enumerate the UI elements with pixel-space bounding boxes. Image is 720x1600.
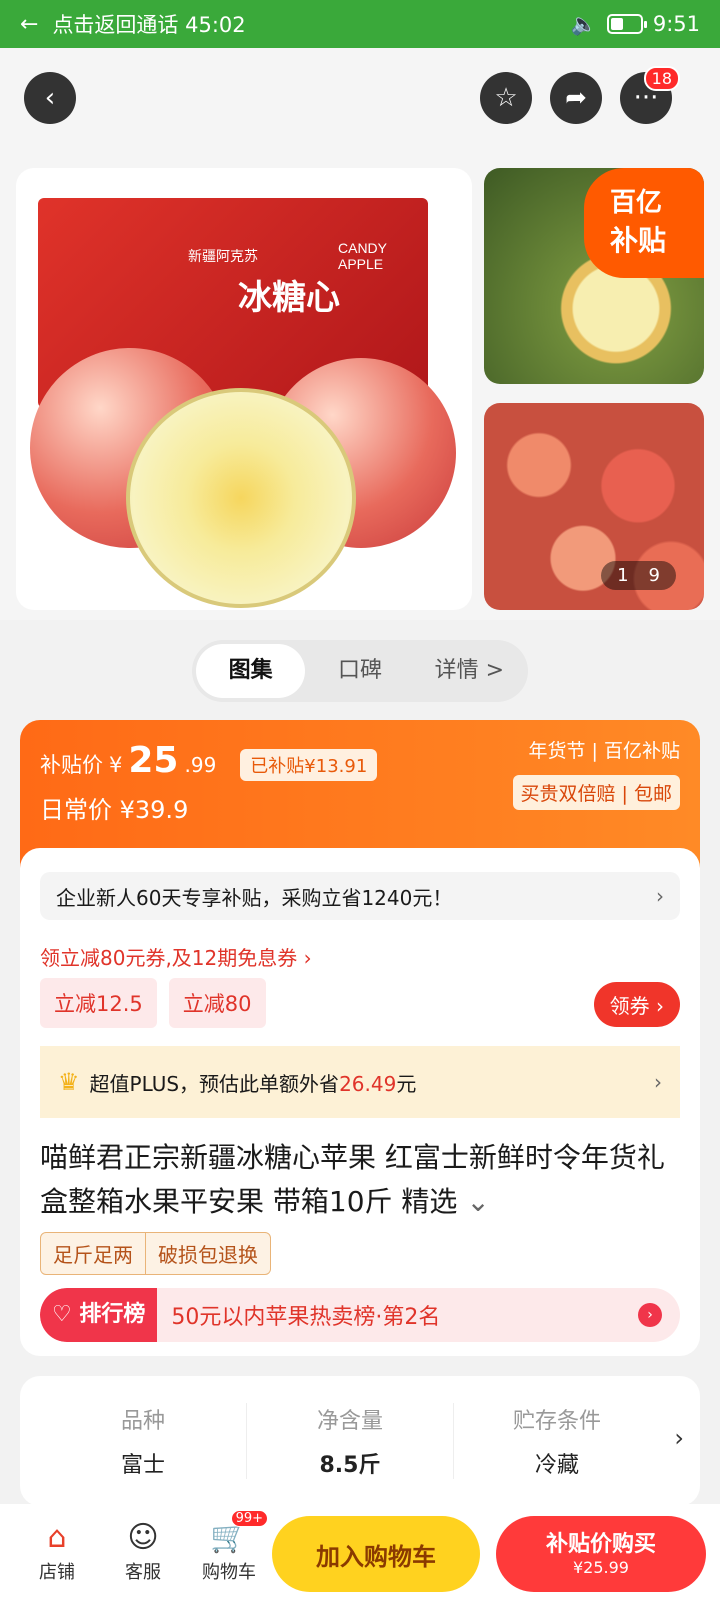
battery-icon xyxy=(606,14,647,34)
attribute-key: 品种 xyxy=(120,1409,165,1434)
tab-reviews[interactable]: 口碑 xyxy=(305,644,414,698)
thumbnail-apple-pile[interactable]: 1 9 xyxy=(484,403,704,610)
message-badge: 18 xyxy=(643,66,680,91)
chevron-right-icon: › xyxy=(654,1070,662,1094)
service-tags[interactable]: 足斤足两 破损包退换 xyxy=(40,1232,271,1275)
return-call-text[interactable]: 点击返回通话 45:02 xyxy=(52,9,245,39)
service-tag: 足斤足两 xyxy=(53,1243,133,1267)
box-title: 冰糖心 xyxy=(238,278,340,318)
share-button[interactable]: ➦ xyxy=(550,72,602,124)
ranking-text: 50元以内苹果热卖榜·第2名 xyxy=(171,1305,441,1330)
shop-button[interactable]: ⌂ 店铺 xyxy=(14,1520,100,1584)
chevron-right-icon: › xyxy=(656,884,664,908)
buy-now-label: 补贴价购买 xyxy=(545,1532,656,1557)
counter-current: 1 xyxy=(617,565,629,586)
attributes-card[interactable]: 品种 富士 净含量 8.5斤 贮存条件 冷藏 › xyxy=(20,1376,700,1506)
bottom-action-bar: ⌂ 店铺 ☺ 客服 🛒 99+ 购物车 加入购物车 补贴价购买 ¥25.99 xyxy=(0,1504,720,1600)
cart-label: 购物车 xyxy=(202,1562,256,1583)
attribute-value: 富士 xyxy=(120,1453,165,1478)
add-to-cart-button[interactable]: 加入购物车 xyxy=(272,1516,480,1592)
attribute-value: 冷藏 xyxy=(534,1453,579,1478)
main-product-image[interactable]: 新疆阿克苏 CANDY APPLE 冰糖心 xyxy=(16,168,472,610)
cart-count-badge: 99+ xyxy=(230,1510,268,1527)
guarantee-badge: 买贵双倍赔 | 包邮 xyxy=(512,775,680,810)
volume-icon: 🔈 xyxy=(570,11,597,36)
plus-membership-bar[interactable]: ♛ 超值PLUS，预估此单额外省26.49元 › xyxy=(40,1046,680,1118)
price-integer: 25 xyxy=(128,740,179,781)
discount-chip[interactable]: 立减12.5 xyxy=(40,978,157,1028)
top-nav: ‹ ☆ ➦ ··· 18 xyxy=(0,48,720,158)
product-gallery: 新疆阿克苏 CANDY APPLE 冰糖心 百亿 补贴 1 9 xyxy=(0,158,720,620)
chevron-right-icon: › xyxy=(674,1424,684,1452)
subsidy-price-label: 补贴价 xyxy=(40,753,103,777)
subsidy-price-row: 补贴价 ¥ 25 .99 已补贴¥13.91 xyxy=(40,740,378,781)
subsidy-tag-line2: 补贴 xyxy=(610,224,667,257)
crown-icon: ♛ xyxy=(58,1068,80,1096)
tab-details[interactable]: 详情 > xyxy=(415,644,524,698)
chevron-left-icon: ‹ xyxy=(44,83,56,113)
ranking-bar[interactable]: ♡ 排行榜 50元以内苹果热卖榜·第2名 › xyxy=(40,1288,680,1342)
customer-service-label: 客服 xyxy=(125,1562,161,1583)
return-call-arrow-icon[interactable]: ← xyxy=(20,12,38,37)
subsidy-tag: 百亿 补贴 xyxy=(584,168,704,278)
shop-label: 店铺 xyxy=(39,1562,75,1583)
chat-icon: ☺ xyxy=(127,1520,159,1555)
customer-service-button[interactable]: ☺ 客服 xyxy=(100,1520,186,1584)
get-coupon-button[interactable]: 领券 › xyxy=(593,982,680,1027)
tab-gallery[interactable]: 图集 xyxy=(196,644,306,698)
attribute-key: 净含量 xyxy=(316,1409,383,1434)
currency-symbol: ¥ xyxy=(109,753,123,777)
back-button[interactable]: ‹ xyxy=(24,72,76,124)
box-subtitle: CANDY APPLE xyxy=(338,240,387,272)
status-bar: ← 点击返回通话 45:02 🔈 9:51 xyxy=(0,0,720,48)
star-icon: ☆ xyxy=(494,83,518,113)
image-counter: 1 9 xyxy=(601,561,676,590)
media-tabs: 图集 口碑 详情 > xyxy=(192,640,528,702)
plus-amount: 26.49 xyxy=(339,1071,397,1096)
chevron-down-icon[interactable]: ⌄ xyxy=(466,1185,489,1218)
share-icon: ➦ xyxy=(565,83,587,113)
plus-text: 超值PLUS，预估此单额外省26.49元 xyxy=(89,1071,417,1096)
cart-button[interactable]: 🛒 99+ 购物车 xyxy=(186,1510,272,1584)
price-decimal: .99 xyxy=(184,753,217,777)
enterprise-notice-text: 企业新人60天专享补贴，采购立省1240元！ xyxy=(56,885,453,910)
more-button[interactable]: ··· 18 xyxy=(620,66,680,124)
attribute-key: 贮存条件 xyxy=(512,1409,601,1434)
discount-chips: 立减12.5 立减80 xyxy=(40,978,266,1028)
enterprise-notice[interactable]: 企业新人60天专享补贴，采购立省1240元！ › xyxy=(40,872,680,920)
buy-now-button[interactable]: 补贴价购买 ¥25.99 xyxy=(496,1516,706,1592)
shop-icon: ⌂ xyxy=(47,1520,67,1555)
attribute-value: 8.5斤 xyxy=(319,1453,381,1478)
attribute-storage: 贮存条件 冷藏 xyxy=(453,1403,660,1479)
discount-chip[interactable]: 立减80 xyxy=(168,978,266,1028)
ranking-label: ♡ 排行榜 xyxy=(40,1288,158,1342)
clock: 9:51 xyxy=(652,12,700,36)
regular-price: 日常价 ¥39.9 xyxy=(40,796,189,824)
arrow-right-icon: › xyxy=(638,1303,662,1327)
status-right: 🔈 9:51 xyxy=(571,12,700,37)
promo-card: 企业新人60天专享补贴，采购立省1240元！ › 领立减80元券,及12期免息券… xyxy=(20,848,700,1356)
saved-amount-badge: 已补贴¥13.91 xyxy=(240,749,378,781)
brand-tags[interactable]: 年货节 | 百亿补贴 买贵双倍赔 | 包邮 xyxy=(512,736,680,810)
subsidy-tag-line1: 百亿 xyxy=(610,188,663,218)
service-tag: 破损包退换 xyxy=(145,1233,270,1274)
thumbnail-cut-apple[interactable]: 百亿 补贴 xyxy=(484,168,704,384)
brand-tags-text: 年货节 | 百亿补贴 xyxy=(528,740,680,762)
coupon-link[interactable]: 领立减80元券,及12期免息券 › xyxy=(40,942,312,971)
counter-total: 9 xyxy=(648,565,660,586)
box-brand: 新疆阿克苏 xyxy=(188,248,258,264)
buy-now-price: ¥25.99 xyxy=(573,1558,629,1577)
apple-cut-image xyxy=(126,388,356,608)
product-title[interactable]: 喵鲜君正宗新疆冰糖心苹果 红富士新鲜时令年货礼盒整箱水果平安果 带箱10斤 精选… xyxy=(40,1136,680,1224)
attribute-net-weight: 净含量 8.5斤 xyxy=(246,1403,453,1479)
attribute-variety: 品种 富士 xyxy=(40,1403,246,1479)
favorite-button[interactable]: ☆ xyxy=(480,72,532,124)
